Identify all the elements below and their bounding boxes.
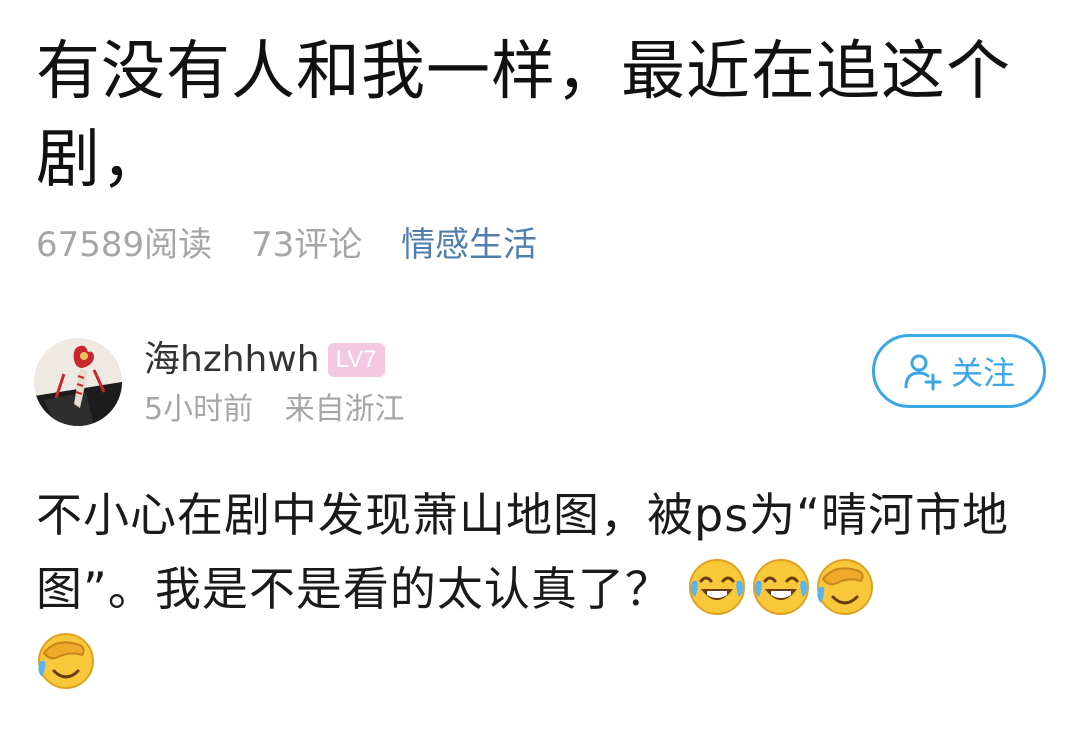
comment-count[interactable]: 73评论: [251, 225, 362, 265]
follow-button[interactable]: 关注: [872, 334, 1046, 408]
avatar[interactable]: [34, 338, 122, 426]
facepalm-cry-emoji-icon: [38, 633, 94, 689]
level-badge: LV7: [327, 343, 385, 377]
facepalm-cry-emoji-icon: [817, 559, 874, 615]
avatar-image: [34, 338, 122, 426]
category-link[interactable]: 情感生活: [401, 225, 537, 265]
post-stats: 67589阅读 73评论 情感生活: [36, 222, 565, 268]
add-user-icon: [904, 354, 942, 391]
author-name[interactable]: 海hzhhwh: [144, 339, 320, 380]
laugh-cry-emoji-icon: [753, 559, 810, 615]
read-count: 67589阅读: [36, 225, 213, 265]
post-location: 来自浙江: [284, 392, 405, 427]
post-time: 5小时前: [144, 392, 254, 427]
laugh-cry-emoji-icon: [689, 559, 746, 615]
post-title: 有没有人和我一样，最近在追这个剧，: [36, 35, 1011, 197]
follow-label: 关注: [950, 354, 1015, 392]
post-content: 不小心在剧中发现萧山地图，被ps为“晴河市地图”。我是不是看的太认真了？: [36, 478, 1046, 700]
author-row: 海hzhhwh LV7 5小时前 来自浙江 关注: [34, 334, 1046, 430]
author-name-line: 海hzhhwh LV7: [144, 336, 385, 384]
post-info: 5小时前 来自浙江: [144, 390, 427, 430]
